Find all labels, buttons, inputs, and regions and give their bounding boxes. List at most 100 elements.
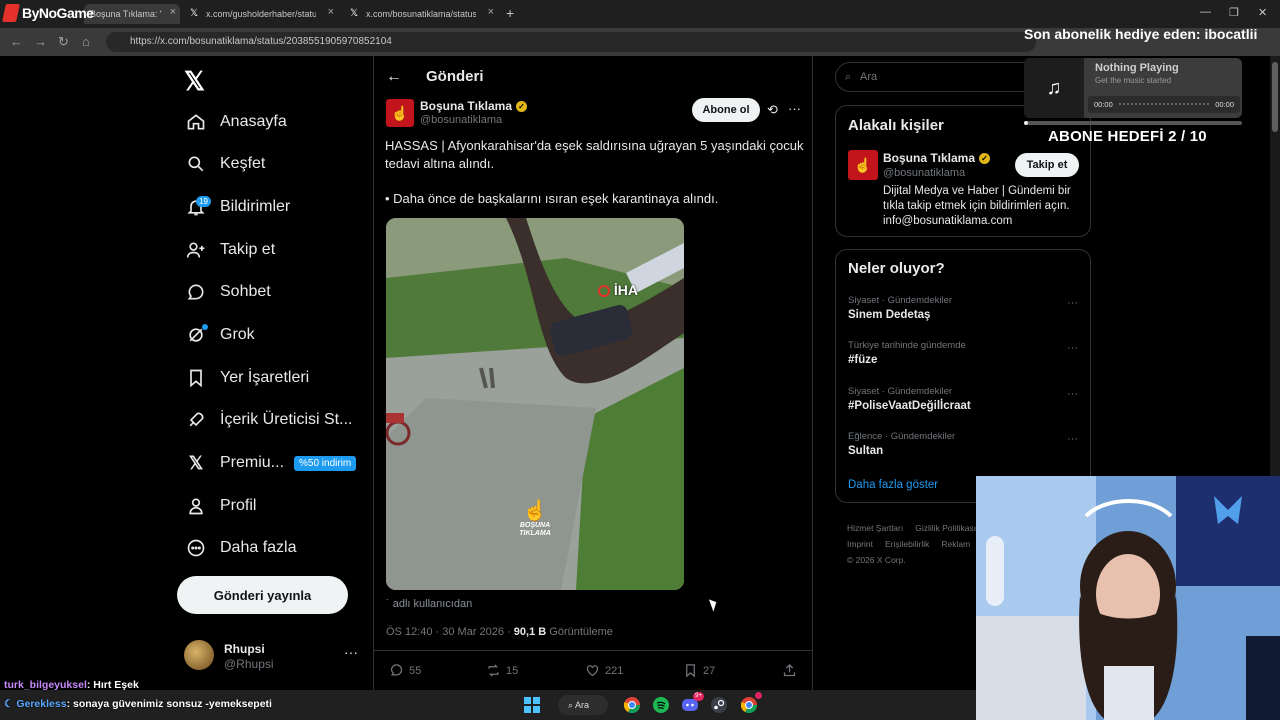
maximize-button[interactable]: ❐: [1229, 6, 1239, 19]
footer-imprint-link[interactable]: Imprint: [847, 539, 873, 549]
taskbar-search-label: Ara: [575, 700, 590, 710]
home-icon[interactable]: ⌂: [82, 34, 90, 49]
reply-button[interactable]: 55: [389, 663, 421, 678]
trend-item[interactable]: Eğlence · Gündemdekiler Sultan ···: [848, 431, 1078, 457]
show-more-link[interactable]: Daha fazla göster: [848, 479, 938, 491]
card-title: Alakalı kişiler: [848, 117, 944, 134]
bell-icon: 19: [184, 195, 211, 219]
repost-button[interactable]: 15: [486, 663, 518, 678]
post-video[interactable]: İHA ☝ BOŞUNA TIKLAMA: [386, 218, 684, 590]
nav-creator-studio[interactable]: İçerik Üreticisi St...: [184, 402, 352, 438]
nav-label: Grok: [220, 326, 255, 343]
more-horizontal-icon[interactable]: ···: [788, 101, 801, 116]
divider: [373, 650, 813, 651]
rocket-icon: [184, 408, 208, 432]
post-button[interactable]: Gönderi yayınla: [177, 576, 348, 614]
more-horizontal-icon[interactable]: ···: [1067, 297, 1078, 309]
grok-icon[interactable]: ⟲: [767, 102, 778, 118]
reload-icon[interactable]: ↻: [58, 34, 69, 50]
nav-label: Premiu...: [220, 454, 285, 471]
related-handle[interactable]: @bosunatiklama: [883, 167, 965, 179]
new-tab-button[interactable]: +: [506, 5, 514, 21]
forward-arrow-icon[interactable]: →: [34, 34, 47, 49]
reply-count: 55: [409, 664, 422, 677]
subscribe-button[interactable]: Abone ol: [692, 98, 760, 122]
like-button[interactable]: 221: [585, 663, 623, 678]
nav-profile[interactable]: Profil: [184, 488, 256, 524]
avatar: [184, 640, 214, 670]
author-name-row[interactable]: Boşuna Tıklama ✓: [420, 99, 528, 113]
follow-button[interactable]: Takip et: [1015, 153, 1079, 177]
steam-icon[interactable]: [709, 695, 729, 715]
nav-explore[interactable]: Keşfet: [184, 146, 265, 182]
more-horizontal-icon[interactable]: ···: [1067, 342, 1078, 354]
share-button[interactable]: [782, 663, 802, 678]
post-text-bullet: • Daha önce de başkalarını ısıran eşek k…: [385, 191, 719, 206]
nav-follow[interactable]: Takip et: [184, 232, 275, 268]
music-subtitle: Get the music started: [1095, 76, 1172, 85]
nav-chat[interactable]: Sohbet: [184, 274, 271, 310]
account-name: Rhupsi: [224, 642, 265, 656]
close-icon[interactable]: ×: [328, 6, 334, 18]
footer-accessibility-link[interactable]: Erişilebilirlik: [885, 539, 929, 549]
footer-ads-link[interactable]: Reklam: [941, 539, 970, 549]
minimize-button[interactable]: —: [1200, 6, 1211, 18]
author-avatar[interactable]: ☝: [386, 99, 414, 127]
nav-premium[interactable]: 𝕏 Premiu... %50 indirim: [184, 445, 357, 481]
bookmark-count: 27: [703, 664, 716, 677]
taskbar-search[interactable]: ⌕ Ara: [558, 695, 608, 715]
x-logo-icon[interactable]: 𝕏: [184, 66, 205, 97]
card-title: Neler oluyor?: [848, 260, 945, 277]
nav-more[interactable]: Daha fazla: [184, 530, 297, 566]
trend-item[interactable]: Türkiye tarihinde gündemde #füze ···: [848, 340, 1078, 366]
footer-copyright: © 2026 X Corp.: [847, 555, 906, 565]
media-caption: ˙ adlı kullanıcıdan: [386, 598, 473, 610]
window-close-button[interactable]: ✕: [1258, 6, 1267, 19]
more-horizontal-icon[interactable]: ···: [1067, 388, 1078, 400]
related-name-row[interactable]: Boşuna Tıklama ✓: [883, 151, 991, 165]
nav-label: Sohbet: [220, 283, 271, 300]
search-input[interactable]: ⌕ Ara: [835, 62, 1055, 92]
search-placeholder: Ara: [860, 71, 878, 83]
chrome-icon[interactable]: [622, 695, 642, 715]
chat-message: turk_bilgeyuksel: Hırt Eşek: [4, 679, 139, 691]
tab-gusholder[interactable]: 𝕏 x.com/gusholderhaber/status/2 ×: [188, 4, 338, 24]
bookmark-button[interactable]: 27: [683, 663, 715, 678]
more-horizontal-icon[interactable]: ···: [344, 644, 358, 660]
x-favicon-icon: 𝕏: [349, 8, 359, 19]
hand-pointer-icon: ☝: [522, 500, 548, 522]
tab-active[interactable]: Boşuna Tıklama: "HASSA ×: [84, 4, 180, 24]
close-icon[interactable]: ×: [170, 6, 176, 18]
search-icon: ⌕: [845, 71, 852, 83]
spotify-icon[interactable]: [651, 695, 671, 715]
post-text: HASSAS | Afyonkarahisar'da eşek saldırıs…: [385, 138, 804, 171]
windows-start-icon[interactable]: [522, 695, 542, 715]
url-bar[interactable]: https://x.com/bosunatiklama/status/20385…: [106, 32, 1036, 52]
discord-icon[interactable]: 9+: [680, 692, 704, 715]
more-horizontal-icon[interactable]: ···: [1067, 433, 1078, 445]
chrome-active-icon[interactable]: [739, 692, 762, 715]
close-icon[interactable]: ×: [488, 6, 494, 18]
nav-bookmarks[interactable]: Yer İşaretleri: [184, 360, 309, 396]
more-circle-icon: [184, 536, 208, 560]
chat-username: Gerekless: [16, 698, 67, 710]
tab-bosunatiklama[interactable]: 𝕏 x.com/bosunatiklama/status/20 ×: [348, 4, 498, 24]
trend-item[interactable]: Siyaset · Gündemdekiler Sinem Dedetaş ··…: [848, 295, 1078, 321]
trend-item[interactable]: Siyaset · Gündemdekiler #PoliseVaatDeğil…: [848, 386, 1078, 412]
back-arrow-icon[interactable]: ←: [10, 34, 23, 49]
nav-notifications[interactable]: 19 Bildirimler: [184, 189, 290, 225]
scrollbar-thumb[interactable]: [1272, 62, 1278, 132]
nav-label: Bildirimler: [220, 198, 291, 215]
nav-home[interactable]: Anasayfa: [184, 104, 287, 140]
account-switcher[interactable]: Rhupsi @Rhupsi ···: [184, 638, 364, 678]
like-count: 221: [605, 664, 624, 677]
author-handle[interactable]: @bosunatiklama: [420, 114, 502, 126]
nav-grok[interactable]: Grok: [184, 317, 255, 353]
back-arrow-icon[interactable]: ←: [386, 68, 402, 86]
footer-terms-link[interactable]: Hizmet Şartları: [847, 523, 903, 533]
related-avatar[interactable]: ☝: [848, 150, 878, 180]
post-timestamp[interactable]: ÖS 12:40 · 30 Mar 2026 ·: [386, 626, 514, 638]
music-widget: ♫ Nothing Playing Get the music started …: [1024, 58, 1242, 118]
footer-privacy-link[interactable]: Gizlilik Politikası: [915, 523, 976, 533]
music-progress-fill: [1024, 121, 1029, 125]
